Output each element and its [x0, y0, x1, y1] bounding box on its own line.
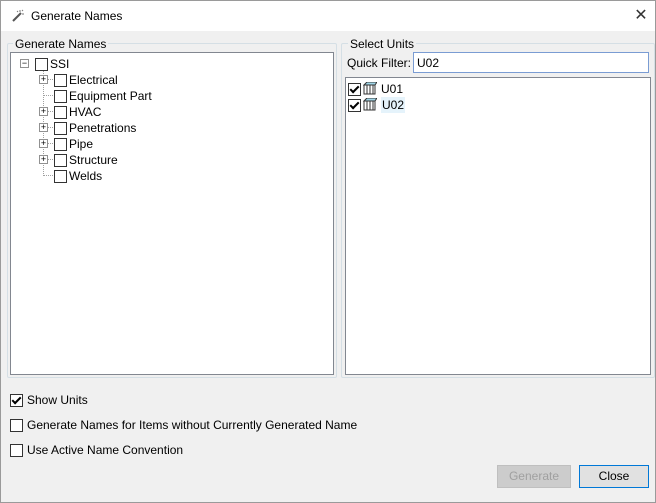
tree-label-welds: Welds [69, 169, 103, 183]
unit-icon [363, 98, 377, 111]
expand-icon[interactable]: + [39, 139, 48, 148]
show-units-label: Show Units [27, 393, 88, 407]
expand-icon[interactable]: + [39, 75, 48, 84]
show-units-checkbox[interactable] [10, 394, 23, 407]
tree-item-hvac: + HVAC [11, 104, 331, 120]
tree-label-equipment-part: Equipment Part [69, 89, 152, 103]
items-without-name-label: Generate Names for Items without Current… [27, 418, 358, 432]
pipe-checkbox[interactable] [54, 138, 67, 151]
close-button[interactable]: Close [579, 465, 649, 488]
tree-item-penetrations: + Penetrations [11, 120, 331, 136]
title-bar: Generate Names ✕ [1, 1, 655, 31]
wand-icon [12, 9, 24, 22]
tree-label-penetrations: Penetrations [69, 121, 137, 135]
electrical-checkbox[interactable] [54, 74, 67, 87]
window-title: Generate Names [31, 9, 123, 23]
tree-label-hvac: HVAC [69, 105, 102, 119]
penetrations-checkbox[interactable] [54, 122, 67, 135]
tree-item-electrical: + Electrical [11, 72, 331, 88]
tree-label-ssi: SSI [50, 57, 70, 71]
unit-icon [363, 82, 377, 95]
tree-item-welds: Welds [11, 168, 331, 184]
tree-label-pipe: Pipe [69, 137, 94, 151]
tree-item-pipe: + Pipe [11, 136, 331, 152]
ssi-checkbox[interactable] [35, 58, 48, 71]
active-convention-option[interactable]: Use Active Name Convention [10, 442, 310, 458]
active-convention-checkbox[interactable] [10, 444, 23, 457]
generate-names-group-label: Generate Names [13, 37, 109, 51]
welds-checkbox[interactable] [54, 170, 67, 183]
u02-checkbox[interactable] [348, 99, 361, 112]
quick-filter-label: Quick Filter: [347, 56, 412, 70]
active-convention-label: Use Active Name Convention [27, 443, 184, 457]
select-units-group-label: Select Units [348, 37, 417, 51]
expand-icon[interactable]: + [39, 123, 48, 132]
unit-label-u02: U02 [381, 97, 406, 113]
generate-button[interactable]: Generate [497, 465, 571, 488]
unit-row-u02[interactable]: U02 [346, 97, 646, 113]
equipment-part-checkbox[interactable] [54, 90, 67, 103]
items-without-name-checkbox[interactable] [10, 419, 23, 432]
unit-row-u01[interactable]: U01 [346, 81, 646, 97]
tree-item-structure: + Structure [11, 152, 331, 168]
structure-checkbox[interactable] [54, 154, 67, 167]
tree-label-structure: Structure [69, 153, 118, 167]
unit-label-u01: U01 [381, 82, 404, 96]
expand-icon[interactable]: + [39, 107, 48, 116]
u01-checkbox[interactable] [348, 83, 361, 96]
tree-item-equipment-part: Equipment Part [11, 88, 331, 104]
tree-label-electrical: Electrical [69, 73, 118, 87]
tree-root-ssi: − SSI [11, 56, 331, 72]
generate-names-dialog: Generate Names ✕ Generate Names − SSI + … [0, 0, 656, 503]
hvac-checkbox[interactable] [54, 106, 67, 119]
quick-filter-input[interactable] [413, 52, 649, 73]
show-units-option[interactable]: Show Units [10, 392, 310, 408]
units-list[interactable]: U01 U02 [345, 77, 651, 375]
collapse-icon[interactable]: − [20, 59, 29, 68]
expand-icon[interactable]: + [39, 155, 48, 164]
generate-names-tree[interactable]: − SSI + Electrical Equipment Part + HVAC… [10, 52, 334, 375]
items-without-name-option[interactable]: Generate Names for Items without Current… [10, 417, 410, 433]
close-icon[interactable]: ✕ [627, 1, 655, 31]
